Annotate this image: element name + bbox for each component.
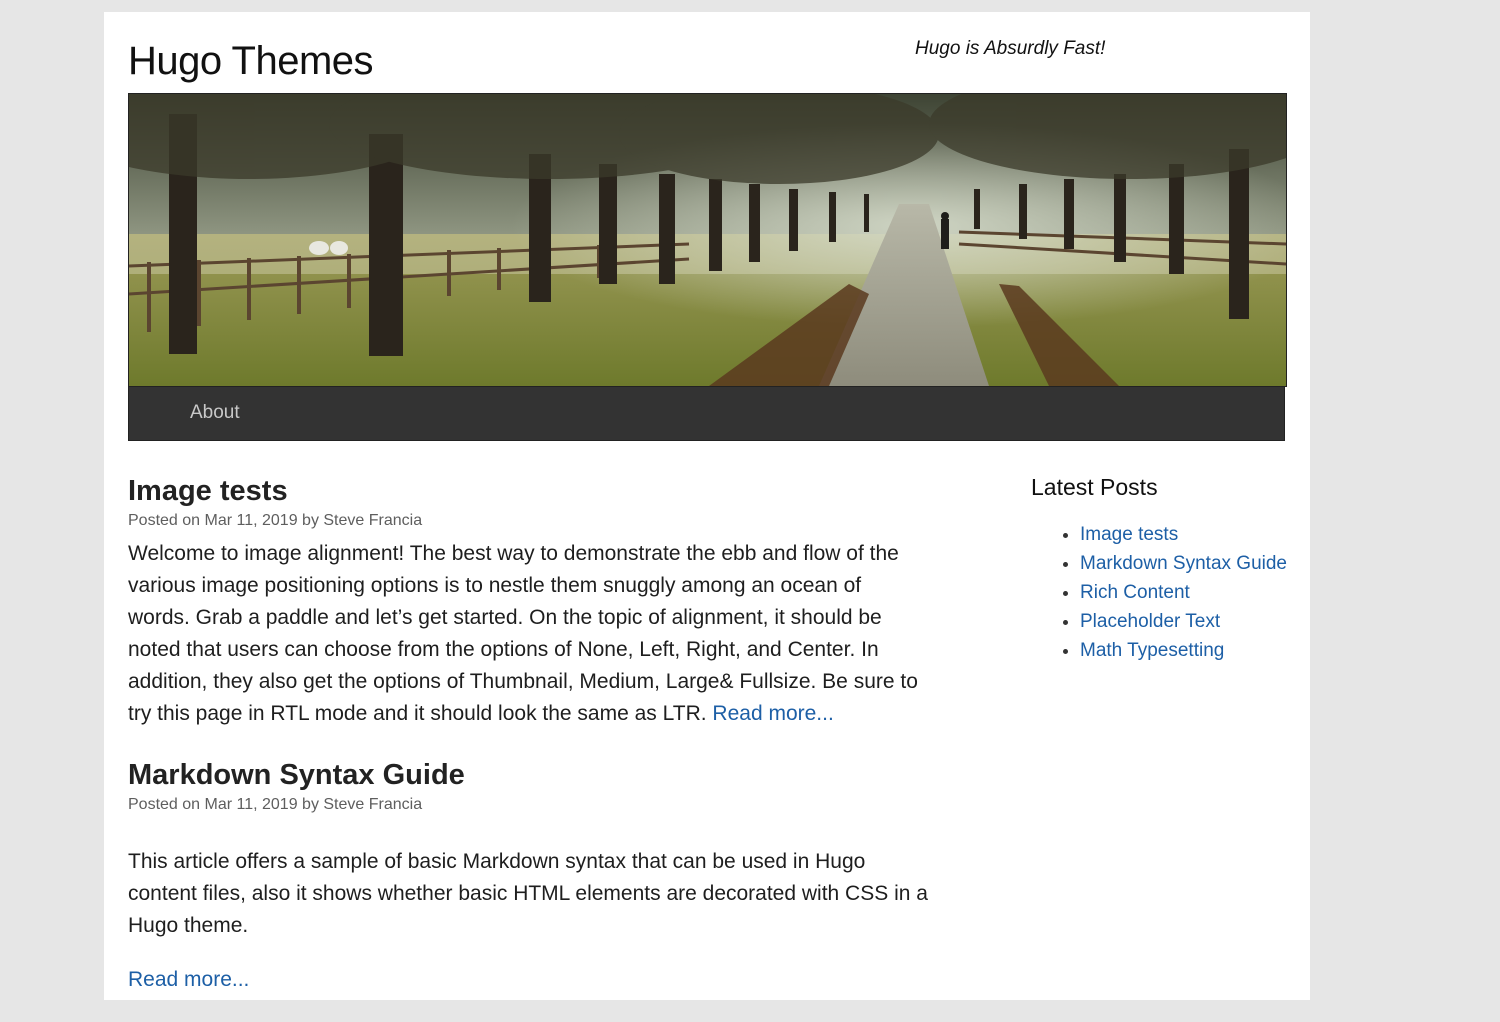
page-container: Hugo Themes Hugo is Absurdly Fast! About… — [104, 12, 1310, 1000]
latest-posts-list: Image tests Markdown Syntax Guide Rich C… — [1031, 520, 1301, 665]
post-excerpt-text: Welcome to image alignment! The best way… — [128, 542, 918, 725]
post-summary: Markdown Syntax Guide Posted on Mar 11, … — [128, 756, 928, 996]
latest-post-link[interactable]: Markdown Syntax Guide — [1080, 553, 1287, 574]
post-meta: Posted on Mar 11, 2019 by Steve Francia — [128, 512, 423, 529]
site-title[interactable]: Hugo Themes — [128, 36, 374, 86]
read-more-link[interactable]: Read more... — [128, 964, 928, 996]
post-list: Image tests Posted on Mar 11, 2019 by St… — [128, 472, 928, 1022]
header-banner-image — [128, 93, 1287, 387]
list-item: Math Typesetting — [1080, 636, 1301, 665]
list-item: Placeholder Text — [1080, 607, 1301, 636]
post-meta: Posted on Mar 11, 2019 by Steve Francia — [128, 796, 423, 813]
post-excerpt: Welcome to image alignment! The best way… — [128, 538, 928, 730]
latest-post-link[interactable]: Math Typesetting — [1080, 640, 1224, 661]
nav-item-about[interactable]: About — [190, 402, 240, 424]
list-item: Rich Content — [1080, 578, 1301, 607]
list-item: Markdown Syntax Guide — [1080, 549, 1301, 578]
post-excerpt: This article offers a sample of basic Ma… — [128, 850, 928, 937]
post-title[interactable]: Image tests — [128, 472, 928, 510]
latest-post-link[interactable]: Rich Content — [1080, 582, 1190, 603]
post-summary: Image tests Posted on Mar 11, 2019 by St… — [128, 472, 928, 730]
sidebar-latest-posts: Latest Posts Image tests Markdown Syntax… — [1031, 472, 1301, 665]
site-tagline: Hugo is Absurdly Fast! — [915, 38, 1106, 59]
post-title[interactable]: Markdown Syntax Guide — [128, 756, 928, 794]
main-navigation: About — [128, 386, 1285, 441]
sidebar-heading: Latest Posts — [1031, 474, 1158, 500]
latest-post-link[interactable]: Image tests — [1080, 524, 1178, 545]
latest-post-link[interactable]: Placeholder Text — [1080, 611, 1220, 632]
list-item: Image tests — [1080, 520, 1301, 549]
read-more-link[interactable]: Read more... — [712, 702, 833, 725]
